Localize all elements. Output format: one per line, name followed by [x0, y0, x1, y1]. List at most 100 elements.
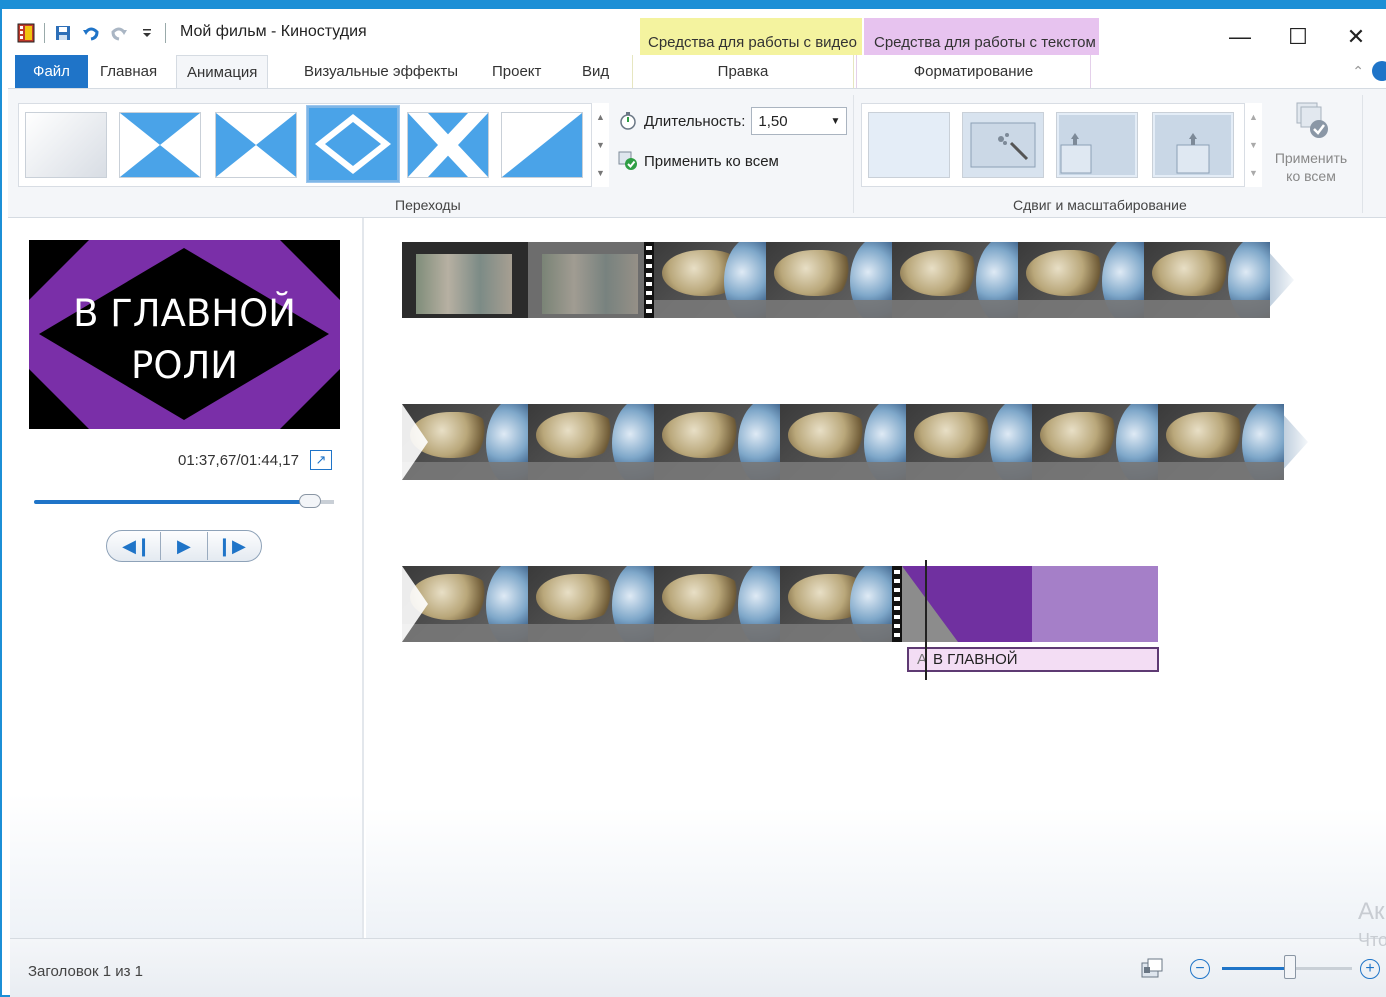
plus-icon: + — [1365, 960, 1375, 977]
video-clip-frame[interactable] — [402, 566, 528, 642]
group-separator — [1362, 95, 1363, 213]
video-clip-frame[interactable] — [780, 404, 906, 480]
pan-zoom-none[interactable] — [868, 112, 950, 178]
zoom-in-button[interactable]: + — [1360, 959, 1380, 979]
video-clip-frame[interactable] — [892, 242, 1018, 318]
play-icon: ▶ — [177, 535, 191, 556]
thumbnail-size-icon[interactable] — [1140, 957, 1166, 981]
transition-marker[interactable] — [892, 566, 902, 642]
preview-monitor[interactable]: В ГЛАВНОЙ РОЛИ — [29, 240, 340, 429]
apply-to-all-button[interactable]: Применить ко всем — [618, 151, 779, 171]
tab-home[interactable]: Главная — [90, 55, 167, 88]
tab-edit[interactable]: Правка — [632, 55, 854, 88]
pan-zoom-option[interactable] — [1152, 112, 1234, 178]
separator — [159, 532, 161, 560]
separator — [165, 23, 166, 43]
zoom-slider-thumb[interactable] — [1283, 955, 1296, 979]
scroll-up-icon[interactable]: ▲ — [1249, 112, 1258, 122]
preview-pane: В ГЛАВНОЙ РОЛИ 01:37,67/01:44,17 ↗ ◀❙ ▶ … — [10, 218, 364, 938]
scroll-down-icon[interactable]: ▼ — [1249, 140, 1258, 150]
storyboard-row — [402, 242, 1294, 318]
ribbon-tabs: Файл Главная Анимация Визуальные эффекты… — [8, 55, 1386, 89]
window-controls: — ☐ ✕ — [1228, 24, 1386, 49]
video-clip-frame[interactable] — [528, 404, 654, 480]
seek-thumb[interactable] — [299, 494, 321, 508]
tab-project[interactable]: Проект — [482, 55, 551, 88]
save-icon[interactable] — [53, 23, 73, 43]
title-caption-bar[interactable]: А В ГЛАВНОЙ — [907, 647, 1159, 672]
video-clip-frame[interactable] — [766, 242, 892, 318]
play-button[interactable]: ▶ — [164, 531, 204, 561]
fullscreen-preview-button[interactable]: ↗ — [310, 450, 332, 470]
apply-to-all-pan-zoom-label: Применить ко всем — [1274, 150, 1348, 184]
redo-icon[interactable] — [109, 23, 129, 43]
transition-marker[interactable] — [644, 242, 654, 318]
video-clip-frame[interactable] — [654, 242, 766, 318]
tab-format[interactable]: Форматирование — [856, 55, 1091, 88]
tab-animation[interactable]: Анимация — [176, 55, 269, 89]
duration-value: 1,50 — [758, 112, 788, 130]
video-clip-frame[interactable] — [402, 404, 528, 480]
video-clip-frame[interactable] — [1158, 404, 1284, 480]
video-clip-frame[interactable] — [654, 566, 780, 642]
apply-to-all-pan-zoom-button[interactable]: Применить ко всем — [1266, 99, 1356, 185]
video-clip-frame[interactable] — [528, 242, 644, 318]
previous-frame-button[interactable]: ◀❙ — [117, 531, 157, 561]
previous-frame-icon: ◀❙ — [122, 535, 152, 556]
next-frame-button[interactable]: ❙▶ — [211, 531, 251, 561]
scroll-up-icon[interactable]: ▲ — [596, 112, 605, 122]
gallery-more-icon[interactable]: ▼ — [596, 168, 605, 178]
duration-control: Длительность: 1,50 ▼ — [618, 107, 848, 135]
gallery-more-icon[interactable]: ▼ — [1249, 168, 1258, 178]
pan-zoom-option[interactable] — [1056, 112, 1138, 178]
transitions-gallery-scroll[interactable]: ▲ ▼ ▼ — [591, 103, 609, 187]
title-clip[interactable] — [902, 566, 1032, 642]
transition-option[interactable] — [407, 112, 489, 178]
help-icon[interactable] — [1372, 61, 1386, 81]
playhead[interactable] — [925, 560, 927, 680]
minimize-button[interactable]: — — [1228, 24, 1252, 49]
window-title: Мой фильм - Киностудия — [180, 23, 367, 40]
video-clip-frame[interactable] — [906, 404, 1032, 480]
pan-zoom-auto[interactable] — [962, 112, 1044, 178]
video-clip-frame[interactable] — [654, 404, 780, 480]
video-clip-frame[interactable] — [780, 566, 892, 642]
tab-file[interactable]: Файл — [15, 55, 88, 88]
title-bar: Мой фильм - Киностудия Средства для рабо… — [8, 9, 1386, 64]
video-clip-frame[interactable] — [1032, 404, 1158, 480]
seek-bar[interactable] — [34, 500, 310, 504]
tab-visual-effects[interactable]: Визуальные эффекты — [294, 55, 468, 88]
group-separator — [853, 95, 854, 213]
watermark-line: Ак — [1358, 898, 1385, 925]
video-clip-frame[interactable] — [402, 242, 528, 318]
collapse-ribbon-icon[interactable]: ⌃ — [1352, 63, 1364, 80]
transition-none[interactable] — [25, 112, 107, 178]
ribbon: ▲ ▼ ▼ Переходы Длительность: 1,50 ▼ Прим… — [8, 88, 1386, 218]
video-clip-frame[interactable] — [1018, 242, 1144, 318]
separator — [207, 532, 209, 560]
storyboard-row — [402, 566, 1158, 642]
app-film-icon[interactable] — [16, 23, 36, 43]
video-clip-frame[interactable] — [528, 566, 654, 642]
transition-diamond-selected[interactable] — [306, 105, 400, 183]
preview-title-text: В ГЛАВНОЙ РОЛИ — [73, 292, 296, 387]
tab-view[interactable]: Вид — [572, 55, 619, 88]
title-clip[interactable] — [1032, 566, 1158, 642]
separator — [44, 23, 45, 43]
customize-qat-icon[interactable] — [137, 23, 157, 43]
transition-option[interactable] — [119, 112, 201, 178]
scroll-down-icon[interactable]: ▼ — [596, 140, 605, 150]
playback-controls: ◀❙ ▶ ❙▶ — [106, 530, 262, 562]
zoom-out-button[interactable]: − — [1190, 959, 1210, 979]
close-button[interactable]: ✕ — [1344, 24, 1368, 49]
duration-select[interactable]: 1,50 ▼ — [751, 107, 848, 135]
transition-option[interactable] — [501, 112, 583, 178]
undo-icon[interactable] — [81, 23, 101, 43]
maximize-button[interactable]: ☐ — [1286, 24, 1310, 49]
next-frame-icon: ❙▶ — [216, 535, 246, 556]
activation-watermark: Ак Что — [1358, 898, 1386, 954]
pan-zoom-gallery-scroll[interactable]: ▲ ▼ ▼ — [1244, 103, 1262, 187]
row-continue-arrow — [1284, 415, 1308, 469]
transition-option[interactable] — [215, 112, 297, 178]
video-clip-frame[interactable] — [1144, 242, 1270, 318]
